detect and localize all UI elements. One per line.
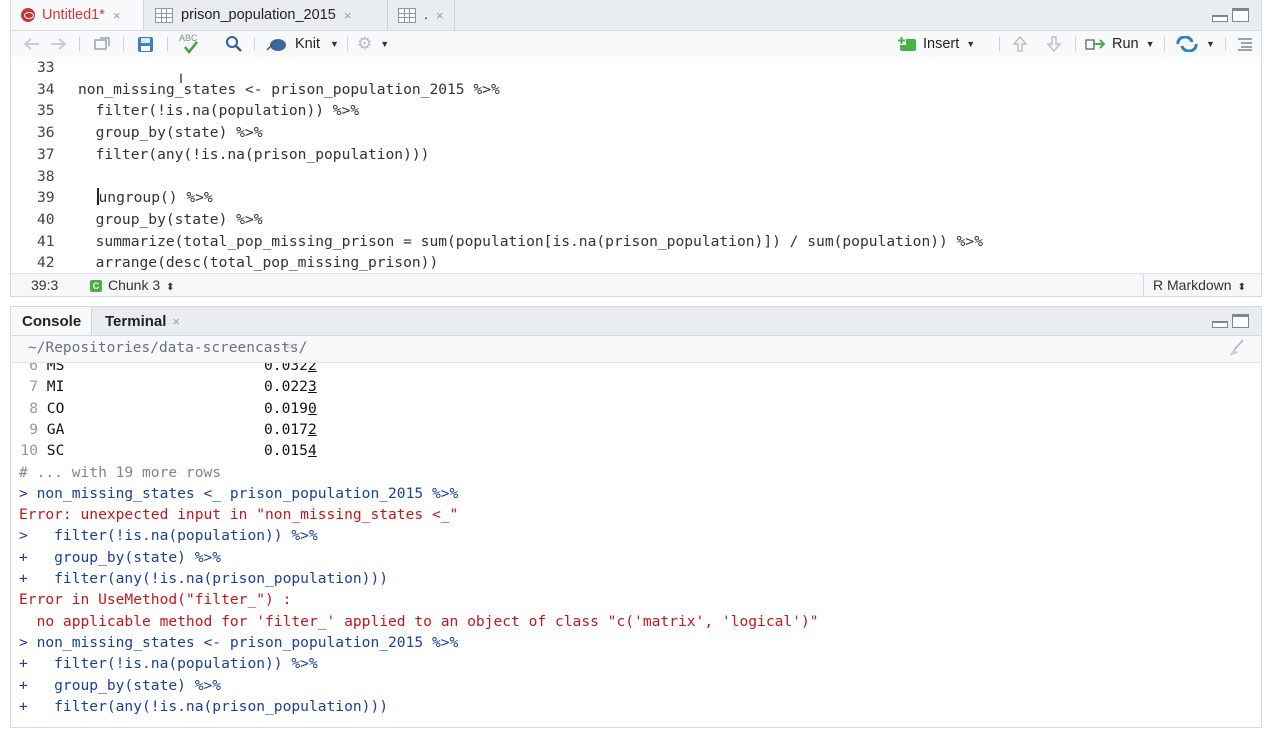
console-input-line: + group_by(state) %>% (19, 676, 222, 694)
console-error-line: Error in UseMethod("filter_") : (19, 591, 292, 609)
tibble-row: 7 MI 0.0223 (29, 378, 317, 396)
clear-console-broom-icon[interactable] (1225, 338, 1247, 362)
forward-arrow-icon[interactable] (49, 34, 67, 54)
console-error-line: no applicable method for 'filter_' appli… (19, 612, 819, 630)
maximize-pane-icon[interactable] (1232, 8, 1249, 22)
minimize-pane-icon[interactable] (1212, 321, 1228, 328)
console-tab-bar: Console Terminal × (11, 307, 1261, 336)
console-input-line: + filter(!is.na(population)) %>% (19, 655, 318, 673)
chevron-down-icon: ▼ (330, 39, 339, 49)
insert-chunk-icon (897, 36, 916, 51)
document-outline-icon[interactable] (1237, 34, 1253, 54)
chevron-down-icon: ▼ (1206, 39, 1215, 49)
console-comment-line: # ... with 19 more rows (19, 463, 222, 481)
next-chunk-icon[interactable] (1045, 34, 1063, 54)
tab-label: Untitled1* (42, 7, 105, 23)
chunk-navigator[interactable]: C Chunk 3 ⬍ (90, 277, 175, 293)
r-document-icon (21, 8, 35, 22)
chevron-down-icon: ▼ (1145, 39, 1155, 49)
knit-icon (266, 39, 286, 51)
minimize-pane-icon[interactable] (1212, 15, 1228, 22)
tab-label: prison_population_2015 (181, 7, 336, 23)
editor-status-bar: 39:3 C Chunk 3 ⬍ R Markdown ⬍ (11, 273, 1261, 296)
code-editor[interactable]: 33 34 non_missing_states <- prison_popula… (11, 57, 1261, 273)
tab-label: . (424, 7, 429, 23)
console-error-line: Error: unexpected input in "non_missing_… (19, 506, 459, 524)
tibble-row: 6 MS 0.0322 (29, 363, 317, 374)
run-button[interactable]: Run ▼ (1085, 34, 1155, 54)
console-input-line: > non_missing_states <- prison_populatio… (19, 633, 459, 651)
find-replace-icon[interactable] (225, 34, 243, 54)
tab-console[interactable]: Console (11, 307, 92, 335)
file-type-selector[interactable]: R Markdown ⬍ (1153, 277, 1246, 293)
tab-prison-population-2015[interactable]: prison_population_2015 × (145, 0, 388, 30)
close-tab-icon[interactable]: × (113, 8, 121, 23)
save-icon[interactable] (137, 34, 154, 54)
spellcheck-icon[interactable]: ABC (179, 33, 203, 54)
knit-button[interactable]: Knit ▼ (265, 34, 339, 54)
chunk-icon: C (90, 280, 102, 292)
working-directory-bar: ~/Repositories/data-screencasts/ ⇨ (11, 336, 1261, 363)
tab-untitled1[interactable]: Untitled1* × (11, 0, 144, 30)
console-input-line: + filter(any(!is.na(prison_population))) (19, 697, 389, 715)
console-input-line: + filter(any(!is.na(prison_population))) (19, 570, 389, 587)
data-grid-icon (155, 7, 173, 23)
mouse-ibeam-cursor-icon: I (179, 70, 183, 86)
tab-terminal[interactable]: Terminal × (94, 307, 204, 335)
console-output[interactable]: 6 MS 0.0322 7 MI 0.0223 8 CO 0.0190 9 GA 0.0… (11, 363, 1261, 733)
close-tab-icon[interactable]: × (344, 8, 352, 23)
tab-dot-view[interactable]: . × (388, 0, 455, 30)
editor-tab-bar: Untitled1* × prison_population_2015 × . … (11, 0, 1261, 31)
tibble-row: 9 GA 0.0172 (29, 420, 317, 438)
console-pane: Console Terminal × ~/Repositories/data-s… (10, 306, 1262, 728)
gear-icon: ⚙ (357, 34, 373, 53)
chevron-down-icon: ▼ (380, 39, 390, 49)
console-input-line: + group_by(state) %>% (19, 548, 222, 566)
go-to-directory-icon[interactable]: ⇨ (285, 339, 297, 355)
show-in-new-window-icon[interactable] (93, 34, 111, 54)
tibble-row: 10 SC 0.0154 (20, 442, 317, 460)
publish-icon (1176, 36, 1198, 52)
console-input-line: > non_missing_states <_ prison_populatio… (19, 484, 459, 502)
working-directory-path: ~/Repositories/data-screencasts/ (28, 340, 308, 356)
editor-toolbar: ABC Knit ▼ ⚙ ▼ Insert ▼ Run ▼ ▼ (11, 31, 1261, 58)
chevron-down-icon: ▼ (966, 39, 976, 49)
close-tab-icon[interactable]: × (436, 8, 444, 23)
cursor-position: 39:3 (31, 277, 59, 293)
updown-chevron-icon: ⬍ (166, 282, 175, 293)
publish-button[interactable]: ▼ (1175, 34, 1215, 54)
console-input-line: > filter(!is.na(population)) %>% (19, 527, 318, 545)
settings-gear-button[interactable]: ⚙ ▼ (357, 34, 389, 54)
pane-window-controls (1212, 8, 1249, 22)
pane-window-controls (1212, 314, 1249, 328)
run-icon (1085, 39, 1106, 50)
previous-chunk-icon[interactable] (1011, 34, 1029, 54)
close-tab-icon[interactable]: × (172, 314, 180, 329)
maximize-pane-icon[interactable] (1232, 314, 1249, 328)
insert-chunk-button[interactable]: Insert ▼ (897, 34, 975, 54)
updown-chevron-icon: ⬍ (1237, 282, 1246, 293)
back-arrow-icon[interactable] (23, 34, 41, 54)
tibble-row: 8 CO 0.0190 (29, 399, 317, 417)
data-grid-icon (398, 7, 416, 23)
source-editor-pane: Untitled1* × prison_population_2015 × . … (10, 0, 1262, 297)
